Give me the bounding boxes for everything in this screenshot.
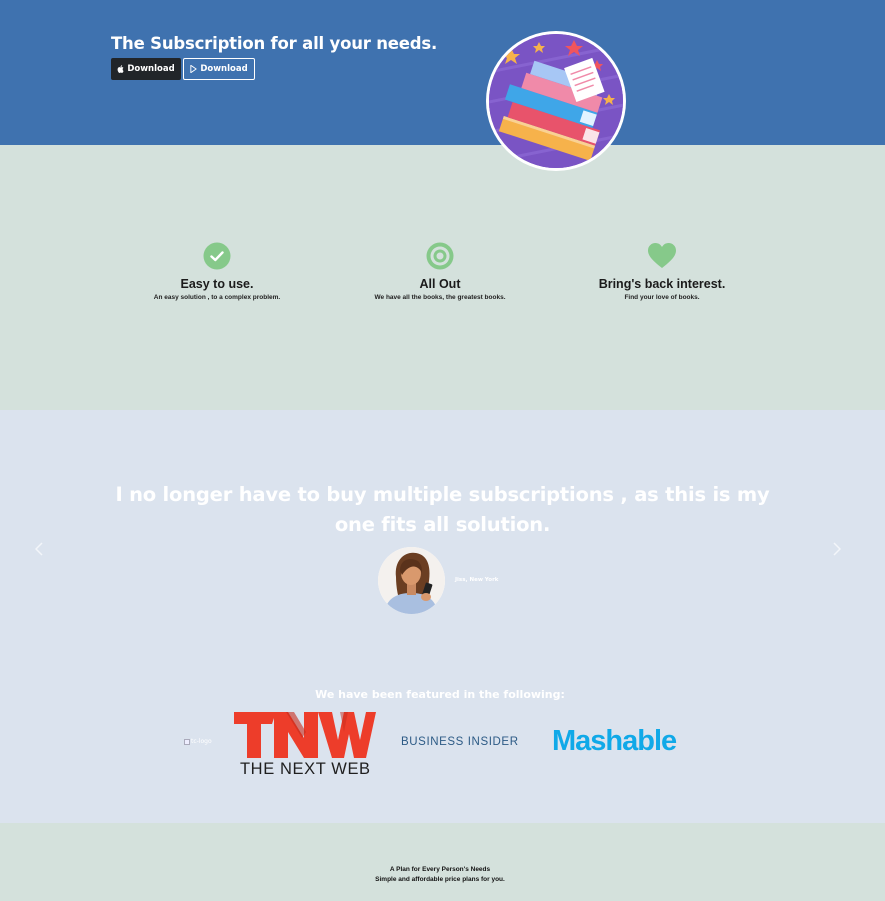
techcrunch-logo-broken-image: tc-logo (184, 738, 212, 745)
chevron-left-icon (34, 542, 43, 556)
testimonial-author: Jiss, New York (455, 577, 499, 583)
carousel-next-button[interactable] (833, 540, 842, 561)
pricing-section: A Plan for Every Person's Needs Simple a… (0, 865, 880, 885)
feature-brings-back-interest: Bring's back interest. Find your love of… (542, 242, 782, 301)
feature-easy-to-use: Easy to use. An easy solution , to a com… (97, 242, 337, 301)
download-ios-button[interactable]: Download (111, 58, 181, 80)
feature-description: We have all the books, the greatest book… (374, 294, 506, 301)
download-ios-label: Download (127, 64, 175, 74)
pricing-subtitle: Simple and affordable price plans for yo… (375, 876, 505, 883)
tnw-letters (234, 712, 376, 758)
broken-image-icon (184, 738, 190, 745)
hero-books-illustration (486, 31, 626, 171)
hero-section: The Subscription for all your needs. Dow… (0, 0, 885, 171)
mashable-logo: Mashable (552, 725, 677, 757)
pricing-title: A Plan for Every Person's Needs (389, 866, 491, 873)
business-insider-logo: BUSINESS INSIDER (401, 736, 519, 748)
apple-icon (117, 65, 124, 73)
hero-title: The Subscription for all your needs. (111, 34, 438, 53)
feature-title: All Out (419, 277, 461, 291)
feature-all-out: All Out We have all the books, the great… (320, 242, 560, 301)
broken-image-alt: tc-logo (191, 738, 212, 745)
feature-title: Bring's back interest. (598, 277, 726, 291)
target-icon (426, 242, 454, 270)
download-android-label: Download (200, 64, 248, 74)
download-android-button[interactable]: Download (183, 58, 255, 80)
google-play-icon (190, 65, 197, 73)
tnw-subtitle: THE NEXT WEB (240, 760, 371, 778)
testimonial-section (0, 410, 885, 823)
heart-icon (648, 243, 676, 268)
check-circle-icon (203, 242, 231, 270)
featured-title: We have been featured in the following: (315, 688, 565, 701)
testimonial-quote: I no longer have to buy multiple subscri… (115, 483, 770, 536)
feature-description: Find your love of books. (624, 294, 700, 301)
feature-title: Easy to use. (180, 277, 254, 291)
testimonial-avatar (378, 547, 445, 614)
chevron-right-icon (833, 542, 842, 556)
tnw-logo: THE NEXT WEB (234, 712, 376, 778)
feature-description: An easy solution , to a complex problem. (153, 294, 281, 301)
carousel-prev-button[interactable] (34, 540, 43, 561)
